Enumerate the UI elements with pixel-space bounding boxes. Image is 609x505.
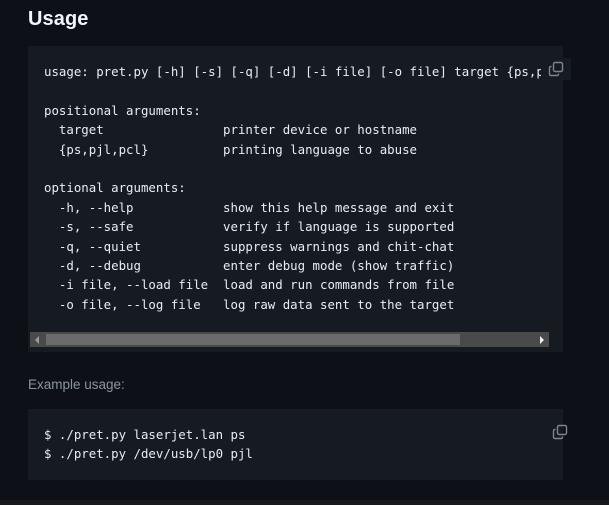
code-line: -h, --help show this help message and ex…: [44, 199, 455, 215]
scroll-left-button[interactable]: [30, 332, 44, 347]
example-usage-heading: Example usage:: [28, 377, 125, 392]
example-code-scroll-area: $ ./pret.py laserjet.lan ps $ ./pret.py …: [28, 409, 563, 480]
horizontal-scrollbar[interactable]: [30, 332, 549, 347]
example-code-block: $ ./pret.py laserjet.lan ps $ ./pret.py …: [28, 409, 568, 480]
code-line: -s, --safe verify if language is support…: [44, 219, 455, 235]
code-line: usage: pret.py [-h] [-s] [-q] [-d] [-i f…: [44, 64, 563, 79]
page: Usage usage: pret.py [-h] [-s] [-q] [-d]…: [0, 0, 609, 505]
code-line: {ps,pjl,pcl} printing language to abuse: [44, 141, 417, 157]
arrow-left-icon: [35, 335, 39, 344]
scrollbar-thumb[interactable]: [46, 334, 460, 345]
section-heading-usage: Usage: [28, 8, 89, 30]
usage-code-text: usage: pret.py [-h] [-s] [-q] [-d] [-i f…: [44, 62, 563, 314]
usage-code-block: usage: pret.py [-h] [-s] [-q] [-d] [-i f…: [28, 46, 571, 352]
usage-code-scroll-area[interactable]: usage: pret.py [-h] [-s] [-q] [-d] [-i f…: [28, 46, 563, 352]
bottom-edge: [0, 500, 609, 505]
code-line: positional arguments:: [44, 102, 201, 118]
code-line: optional arguments:: [44, 180, 186, 196]
code-line: -q, --quiet suppress warnings and chit-c…: [44, 238, 455, 254]
copy-example-button[interactable]: [549, 421, 571, 443]
code-line: -d, --debug enter debug mode (show traff…: [44, 258, 455, 274]
code-line: -i file, --load file load and run comman…: [44, 277, 455, 293]
copy-icon: [552, 424, 568, 440]
code-line: $ ./pret.py laserjet.lan ps: [44, 427, 246, 442]
arrow-right-icon: [540, 335, 544, 344]
example-code-text: $ ./pret.py laserjet.lan ps $ ./pret.py …: [44, 425, 547, 464]
scroll-right-button[interactable]: [535, 332, 549, 347]
code-line: target printer device or hostname: [44, 122, 417, 138]
code-line: -o file, --log file log raw data sent to…: [44, 296, 455, 312]
copy-usage-button[interactable]: [541, 58, 571, 80]
code-line: $ ./pret.py /dev/usb/lp0 pjl: [44, 446, 253, 462]
copy-icon: [548, 61, 564, 77]
